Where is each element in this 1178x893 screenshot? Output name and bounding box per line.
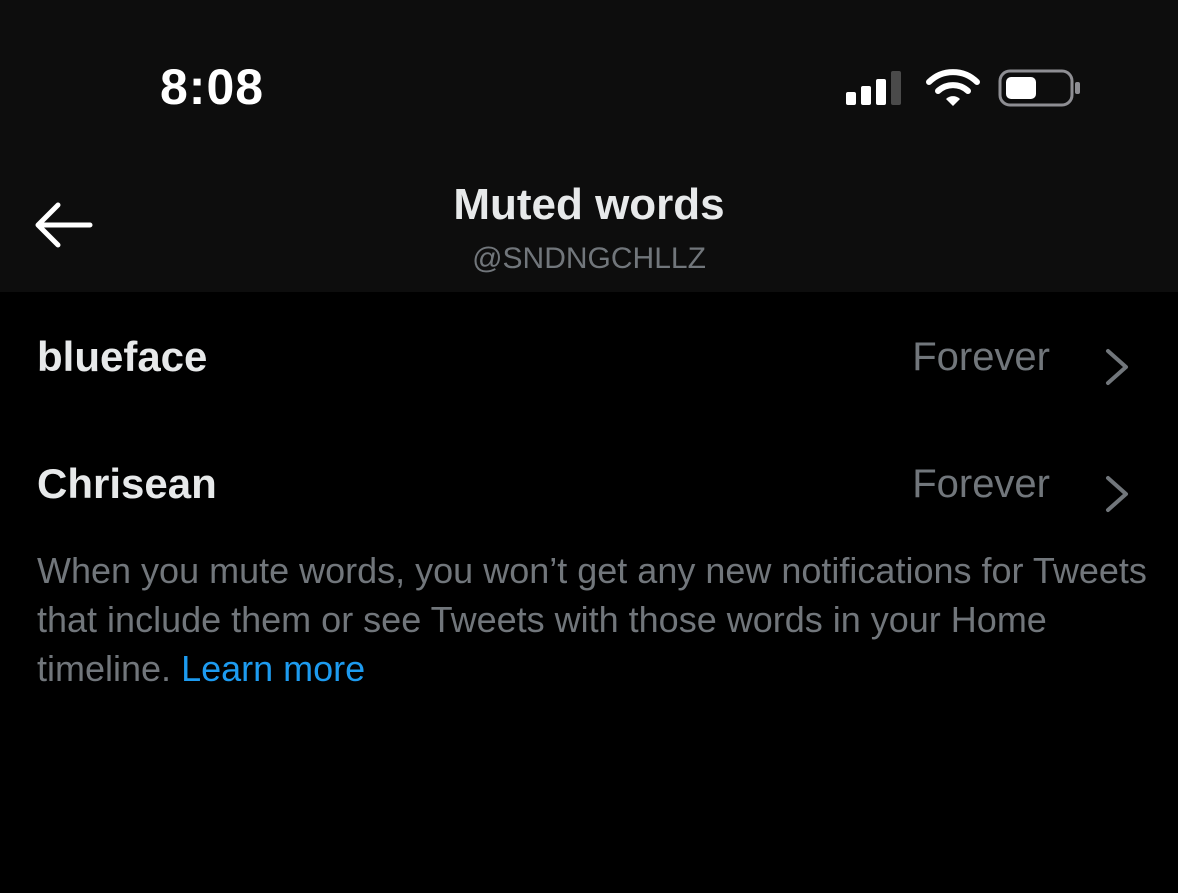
top-header: 8:08 Muted words @SNDNGCHLLZ	[0, 0, 1178, 292]
muted-word-label: blueface	[37, 333, 208, 380]
muted-word-label: Chrisean	[37, 460, 217, 507]
page-title: Muted words	[453, 180, 725, 229]
account-handle: @SNDNGCHLLZ	[472, 242, 706, 275]
status-bar: 8:08	[0, 0, 1178, 150]
chevron-right-icon	[1106, 349, 1128, 385]
status-time: 8:08	[160, 59, 265, 115]
wifi-icon	[926, 69, 980, 106]
navigation-bar: Muted words @SNDNGCHLLZ	[0, 150, 1178, 292]
muted-words-info: When you mute words, you won’t get any n…	[37, 546, 1147, 693]
learn-more-link[interactable]: Learn more	[181, 648, 365, 689]
chevron-right-icon	[1106, 476, 1128, 512]
mute-duration-label: Forever	[912, 462, 1050, 506]
muted-word-row-chrisean[interactable]: Chrisean Forever	[0, 422, 1178, 542]
battery-icon	[998, 69, 1080, 107]
cellular-signal-icon	[846, 71, 901, 105]
mute-duration-label: Forever	[912, 335, 1050, 379]
muted-word-row-blueface[interactable]: blueface Forever	[0, 295, 1178, 415]
